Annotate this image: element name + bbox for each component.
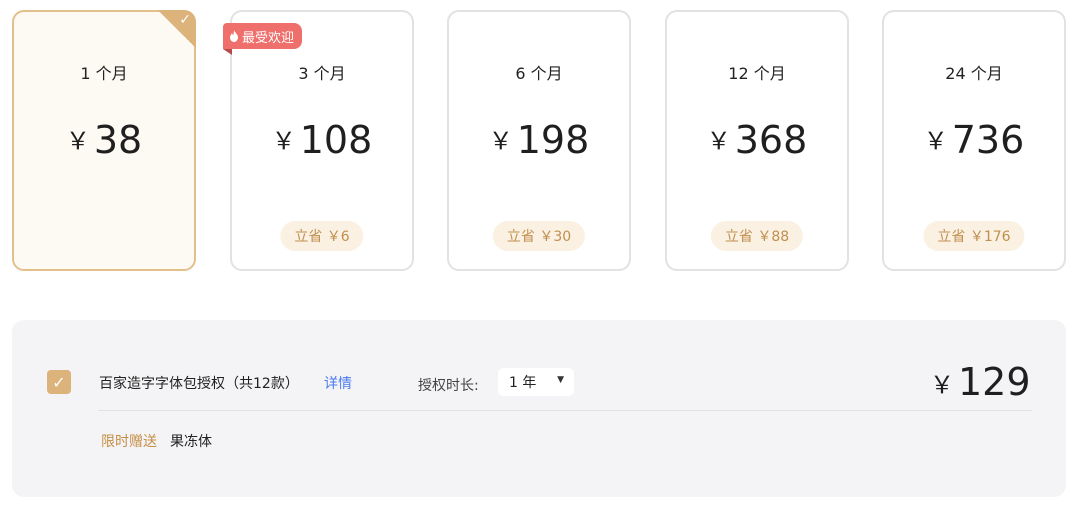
addon-price-value: 129: [958, 360, 1031, 404]
plan-options: ✓ 1 个月 ￥ 38 最受欢迎 3 个月 ￥ 108 立省 ￥6 6 个月 ￥ 19…: [12, 10, 1068, 272]
details-link[interactable]: 详情: [324, 373, 352, 393]
currency-symbol: ￥: [271, 127, 296, 155]
currency-symbol: ￥: [488, 127, 513, 155]
plan-card-6-months[interactable]: 6 个月 ￥ 198 立省 ￥30: [447, 10, 631, 271]
plan-price-value: 736: [951, 118, 1025, 162]
plan-duration: 1 个月: [80, 64, 128, 83]
plan-card-12-months[interactable]: 12 个月 ￥ 368 立省 ￥88: [665, 10, 849, 271]
gift-label: 限时赠送: [101, 434, 157, 450]
plan-price-value: 198: [516, 118, 590, 162]
gift-item: 果冻体: [170, 434, 212, 450]
savings-tag: 立省 ￥30: [492, 221, 586, 251]
addon-price: ￥ 129: [930, 360, 1031, 404]
plan-card-1-month[interactable]: ✓ 1 个月 ￥ 38: [12, 10, 196, 271]
plan-duration: 12 个月: [728, 64, 786, 83]
savings-tag: 立省 ￥6: [280, 221, 364, 251]
license-duration-select[interactable]: 1 年 ▼: [498, 368, 574, 396]
currency-symbol: ￥: [930, 371, 954, 399]
plan-price-value: 108: [299, 118, 373, 162]
most-popular-badge: 最受欢迎: [223, 23, 303, 55]
currency-symbol: ￥: [706, 127, 731, 155]
caret-down-icon: ▼: [557, 375, 564, 385]
addon-name: 百家造字字体包授权（共12款）: [99, 376, 299, 392]
flame-icon: [230, 30, 238, 42]
currency-symbol: ￥: [65, 127, 90, 155]
plan-duration: 3 个月: [298, 64, 346, 83]
plan-price: ￥ 198: [449, 118, 629, 162]
savings-tag: 立省 ￥88: [710, 221, 804, 251]
currency-symbol: ￥: [923, 127, 948, 155]
plan-card-24-months[interactable]: 24 个月 ￥ 736 立省 ￥176: [882, 10, 1066, 271]
plan-price: ￥ 368: [667, 118, 847, 162]
plan-price-value: 38: [93, 118, 143, 162]
plan-price: ￥ 736: [884, 118, 1064, 162]
plan-duration: 24 个月: [945, 64, 1003, 83]
license-duration-label: 授权时长:: [418, 378, 479, 394]
checkmark-icon: ✓: [52, 372, 66, 392]
addon-checkbox[interactable]: ✓: [47, 370, 71, 394]
savings-tag: 立省 ￥176: [923, 221, 1025, 251]
divider: [98, 410, 1032, 411]
plan-price: ￥ 108: [232, 118, 412, 162]
badge-label: 最受欢迎: [242, 30, 295, 46]
plan-price-value: 368: [734, 118, 808, 162]
selected-check-icon: ✓: [158, 10, 196, 48]
plan-duration: 6 个月: [515, 64, 563, 83]
plan-card-3-months[interactable]: 最受欢迎 3 个月 ￥ 108 立省 ￥6: [223, 10, 414, 271]
plan-price: ￥ 38: [14, 118, 194, 162]
font-pack-addon-panel: ✓ 百家造字字体包授权（共12款） 详情 授权时长: 1 年 ▼ ￥ 129 限时…: [12, 320, 1066, 497]
license-duration-value: 1 年: [509, 375, 537, 391]
